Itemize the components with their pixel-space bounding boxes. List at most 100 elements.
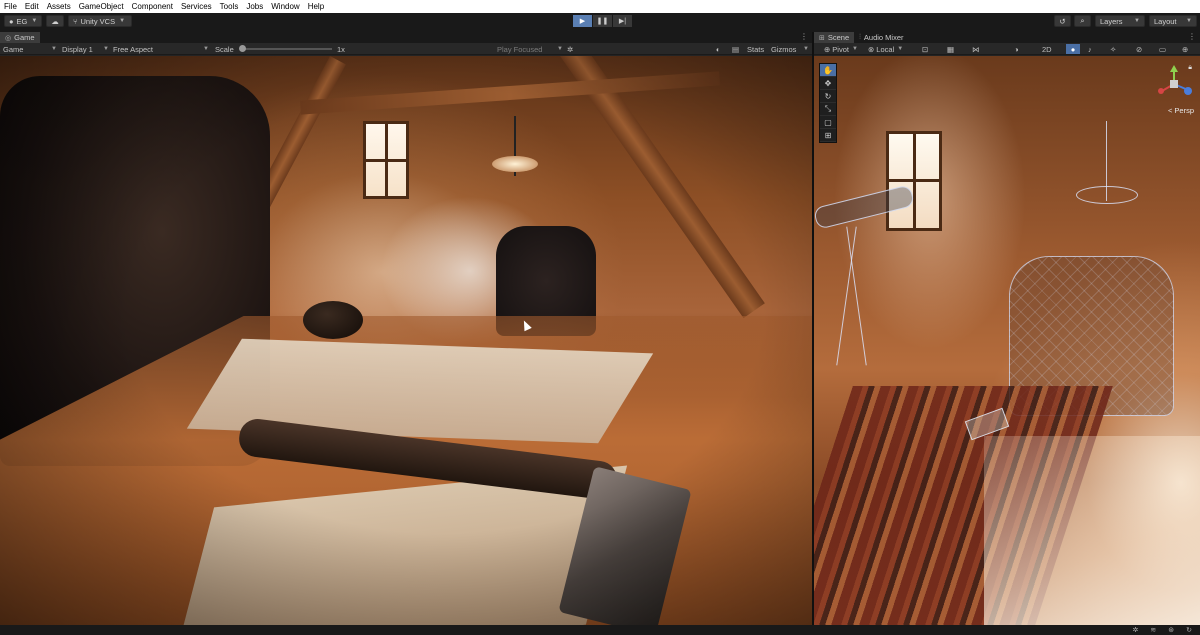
- aspect-label: Free Aspect: [113, 44, 154, 54]
- play-focused-dropdown[interactable]: Play Focused ▼: [497, 44, 563, 54]
- chevron-down-icon: ▼: [897, 46, 904, 52]
- mute-audio-icon[interactable]: ◐: [716, 44, 721, 54]
- rect-tool-icon[interactable]: ▢: [820, 116, 836, 129]
- menu-assets[interactable]: Assets: [47, 2, 71, 11]
- menu-bar: File Edit Assets GameObject Component Se…: [0, 0, 1200, 13]
- orientation-gizmo[interactable]: < Persp 🔒︎: [1154, 64, 1194, 118]
- display-label: Display 1: [62, 44, 93, 54]
- main-toolbar: ● EG ▼ ☁ ⑂ Unity VCS ▼ ▶ ❚❚ ▶| ↺ ⌕ Layer…: [0, 13, 1200, 30]
- pivot-dropdown[interactable]: ⊕ Pivot ▼: [824, 44, 864, 54]
- gizmos-dropdown[interactable]: Gizmos ▼: [771, 44, 809, 54]
- lock-icon[interactable]: 🔒︎: [1188, 64, 1192, 72]
- history-button[interactable]: ↺: [1054, 15, 1071, 27]
- more-options-icon[interactable]: ⋮: [1188, 32, 1196, 41]
- play-focused-label: Play Focused: [497, 44, 543, 54]
- hidden-objects-icon[interactable]: ⊘: [1136, 44, 1142, 54]
- account-label: EG: [16, 16, 28, 26]
- rotate-tool-icon[interactable]: ↻: [820, 90, 836, 103]
- stats-button[interactable]: Stats: [747, 44, 764, 54]
- aspect-dropdown[interactable]: Free Aspect ▼: [113, 44, 209, 54]
- scale-slider-handle[interactable]: [239, 45, 246, 52]
- scale-slider-track: [239, 45, 332, 52]
- transform-tool-icon[interactable]: ⊞: [820, 129, 836, 142]
- play-icon: ▶: [579, 18, 586, 25]
- cache-icon[interactable]: ⊛: [1168, 626, 1174, 634]
- tab-scene[interactable]: ⊞ Scene: [814, 32, 855, 43]
- scale-slider[interactable]: [239, 44, 332, 54]
- menu-help[interactable]: Help: [308, 2, 324, 11]
- sunlit-floor: [984, 436, 1200, 625]
- play-button[interactable]: ▶: [573, 15, 592, 27]
- audio-toggle-icon[interactable]: ♪: [1088, 44, 1092, 54]
- toggle-2d-button[interactable]: 2D: [1042, 44, 1052, 54]
- game-panel: ◎ Game ⋮ Game ▼ Display 1 ▼ Free Aspect …: [0, 32, 812, 625]
- display-dropdown[interactable]: Display 1 ▼: [62, 44, 109, 54]
- game-render: [0, 56, 812, 625]
- vcs-label: Unity VCS: [80, 16, 116, 26]
- pivot-label: Pivot: [832, 44, 849, 54]
- game-viewport[interactable]: [0, 56, 812, 625]
- gamepad-icon: ◎: [5, 34, 12, 42]
- gizmos-label: Gizmos: [771, 44, 797, 54]
- pause-button[interactable]: ❚❚: [593, 15, 612, 27]
- menu-jobs[interactable]: Jobs: [246, 2, 263, 11]
- snap-icon[interactable]: ⊡: [922, 44, 928, 54]
- layout-dropdown[interactable]: Layout ▼: [1149, 15, 1197, 27]
- game-mode-dropdown[interactable]: Game ▼: [3, 44, 57, 54]
- chevron-down-icon: ▼: [103, 46, 109, 52]
- camera-icon[interactable]: ▭: [1159, 44, 1166, 54]
- menu-gameobject[interactable]: GameObject: [79, 2, 124, 11]
- menu-services[interactable]: Services: [181, 2, 212, 11]
- tab-game-label: Game: [14, 33, 35, 42]
- menu-tools[interactable]: Tools: [220, 2, 239, 11]
- tab-audio-mixer[interactable]: ⫶ Audio Mixer: [854, 32, 908, 43]
- chevron-down-icon: ▼: [803, 46, 809, 52]
- move-tool-icon[interactable]: ✥: [820, 77, 836, 90]
- grid-icon[interactable]: ▤: [732, 44, 739, 54]
- shading-mode-icon[interactable]: ◑: [1014, 44, 1019, 54]
- vcs-dropdown[interactable]: ⑂ Unity VCS ▼: [68, 15, 132, 27]
- hand-tool-icon[interactable]: ✋: [820, 64, 836, 77]
- scene-viewport[interactable]: ✋ ✥ ↻ ⤡ ▢ ⊞ < Persp 🔒︎: [814, 56, 1200, 625]
- pivot-icon: ⊕: [824, 44, 831, 54]
- scene-tabstrip: ⊞ Scene ⫶ Audio Mixer ⋮: [814, 32, 1200, 43]
- cloud-icon: ☁: [51, 16, 59, 26]
- debug-icon[interactable]: ✲: [1133, 626, 1139, 634]
- search-button[interactable]: ⌕: [1074, 15, 1091, 27]
- local-icon: ⊗: [868, 44, 875, 54]
- chevron-down-icon: ▼: [119, 18, 126, 24]
- tab-audio-mixer-label: Audio Mixer: [863, 33, 904, 42]
- lighting-toggle-icon[interactable]: ●: [1066, 44, 1080, 54]
- menu-component[interactable]: Component: [132, 2, 173, 11]
- local-label: Local: [876, 44, 895, 54]
- projection-label[interactable]: < Persp: [1168, 106, 1194, 115]
- layers-label: Layers: [1100, 16, 1123, 26]
- menu-file[interactable]: File: [4, 2, 17, 11]
- gizmos-icon[interactable]: ⊕: [1182, 44, 1188, 54]
- attic-window: [886, 131, 942, 231]
- scale-label: Scale: [215, 44, 234, 54]
- scene-control-bar: ⊕ Pivot ▼ ⊗ Local ▼ ⊡ ▦ ⋈ ◑ 2D ● ♪ ✧ ⊘ ▭…: [814, 43, 1200, 55]
- local-dropdown[interactable]: ⊗ Local ▼: [868, 44, 908, 54]
- game-mode-label: Game: [3, 44, 24, 54]
- layers-dropdown[interactable]: Layers ▼: [1095, 15, 1145, 27]
- scene-panel: ⊞ Scene ⫶ Audio Mixer ⋮ ⊕ Pivot ▼ ⊗ Loca…: [814, 32, 1200, 625]
- scale-tool-icon[interactable]: ⤡: [820, 103, 836, 116]
- account-dropdown[interactable]: ● EG ▼: [4, 15, 42, 27]
- effects-icon[interactable]: ✧: [1110, 44, 1116, 54]
- step-icon: ▶|: [618, 18, 627, 25]
- increment-snap-icon[interactable]: ⋈: [972, 44, 980, 54]
- tripod-leg: [846, 226, 867, 366]
- menu-window[interactable]: Window: [271, 2, 299, 11]
- tab-game[interactable]: ◎ Game: [0, 32, 40, 43]
- menu-edit[interactable]: Edit: [25, 2, 39, 11]
- step-button[interactable]: ▶|: [613, 15, 632, 27]
- cloud-button[interactable]: ☁: [46, 15, 64, 27]
- grid-snap-icon[interactable]: ▦: [947, 44, 954, 54]
- sync-icon[interactable]: ↻: [1186, 626, 1192, 634]
- bug-icon[interactable]: ✲: [567, 44, 573, 54]
- vignette: [0, 56, 812, 625]
- layers-stack-icon[interactable]: ≋: [1150, 626, 1156, 634]
- more-options-icon[interactable]: ⋮: [800, 32, 808, 41]
- chevron-down-icon: ▼: [1186, 18, 1192, 24]
